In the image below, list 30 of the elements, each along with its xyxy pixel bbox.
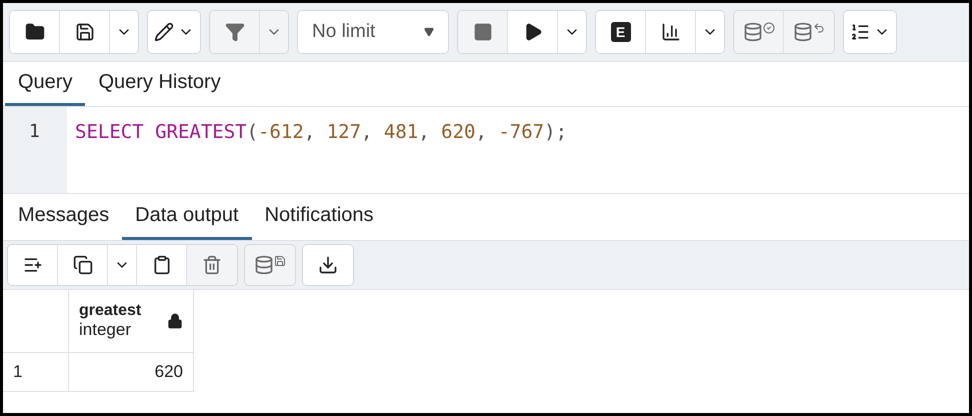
line-number: 1: [28, 121, 41, 142]
editor-tab[interactable]: Query History: [85, 62, 234, 106]
output-tab[interactable]: Notifications: [252, 194, 387, 240]
copy-icon: [72, 255, 92, 275]
folder-button[interactable]: [10, 11, 60, 53]
clipboard-icon: [152, 255, 172, 275]
table-cell: 620: [69, 353, 194, 392]
trash-icon: [202, 255, 222, 275]
save-icon: [74, 22, 94, 42]
stop-icon: [472, 22, 492, 42]
database-save-icon: [254, 255, 286, 275]
output-tab[interactable]: Messages: [5, 194, 122, 240]
filter-icon: [224, 22, 244, 42]
explain-icon: E: [610, 22, 630, 42]
folder-icon: [24, 22, 44, 42]
column-type: integer: [79, 320, 132, 340]
chart-icon: [660, 22, 680, 42]
database-check-icon: [742, 22, 774, 42]
numbered-list-icon: [850, 22, 870, 42]
row-number: 1: [3, 353, 69, 392]
limit-dropdown[interactable]: No limit: [298, 11, 448, 53]
column-header[interactable]: greatest integer: [69, 290, 194, 353]
download-icon: [318, 255, 338, 275]
pencil-icon: [154, 22, 174, 42]
sql-code-line: SELECT GREATEST(-612, 127, 481, 620, -767);: [74, 120, 568, 145]
explain-button[interactable]: E: [596, 11, 646, 53]
caret-icon: [424, 27, 434, 37]
database-undo-icon: [793, 22, 825, 42]
column-name: greatest: [79, 302, 142, 320]
add-row-button[interactable]: [8, 245, 58, 285]
